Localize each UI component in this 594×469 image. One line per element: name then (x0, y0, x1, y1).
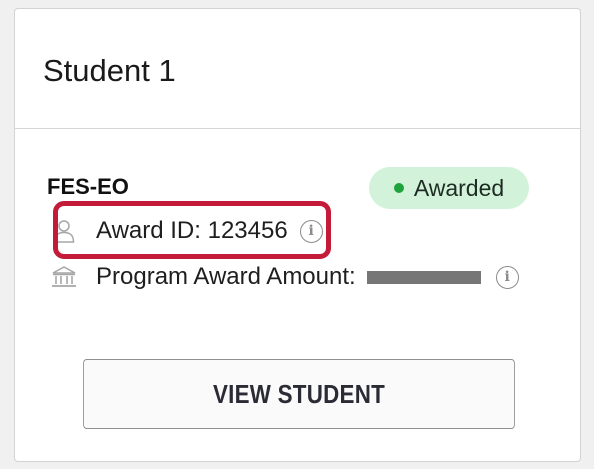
card-body: FES-EO Awarded Award ID: 123456 i Progra… (15, 129, 580, 461)
status-dot (393, 183, 404, 193)
award-id-label: Award ID: 123456 (96, 217, 288, 244)
status-badge-label: Awarded (413, 174, 505, 201)
award-amount-info-icon[interactable]: i (495, 265, 519, 289)
card-title: Student 1 (43, 53, 176, 88)
status-badge: Awarded (369, 167, 529, 209)
view-student-button[interactable]: VIEW STUDENT (83, 359, 515, 429)
award-id-row: Award ID: 123456 i (51, 217, 323, 245)
student-card: Student 1 FES-EO Awarded Award ID: 12345… (14, 8, 581, 462)
award-amount-label: Program Award Amount: (96, 263, 356, 290)
bank-icon (51, 264, 77, 290)
user-icon (51, 218, 77, 244)
redacted-amount (366, 270, 481, 284)
award-id-info-icon[interactable]: i (299, 219, 323, 243)
program-name: FES-EO (47, 174, 129, 199)
award-amount-row: Program Award Amount: i (51, 263, 519, 291)
card-header: Student 1 (15, 9, 580, 129)
